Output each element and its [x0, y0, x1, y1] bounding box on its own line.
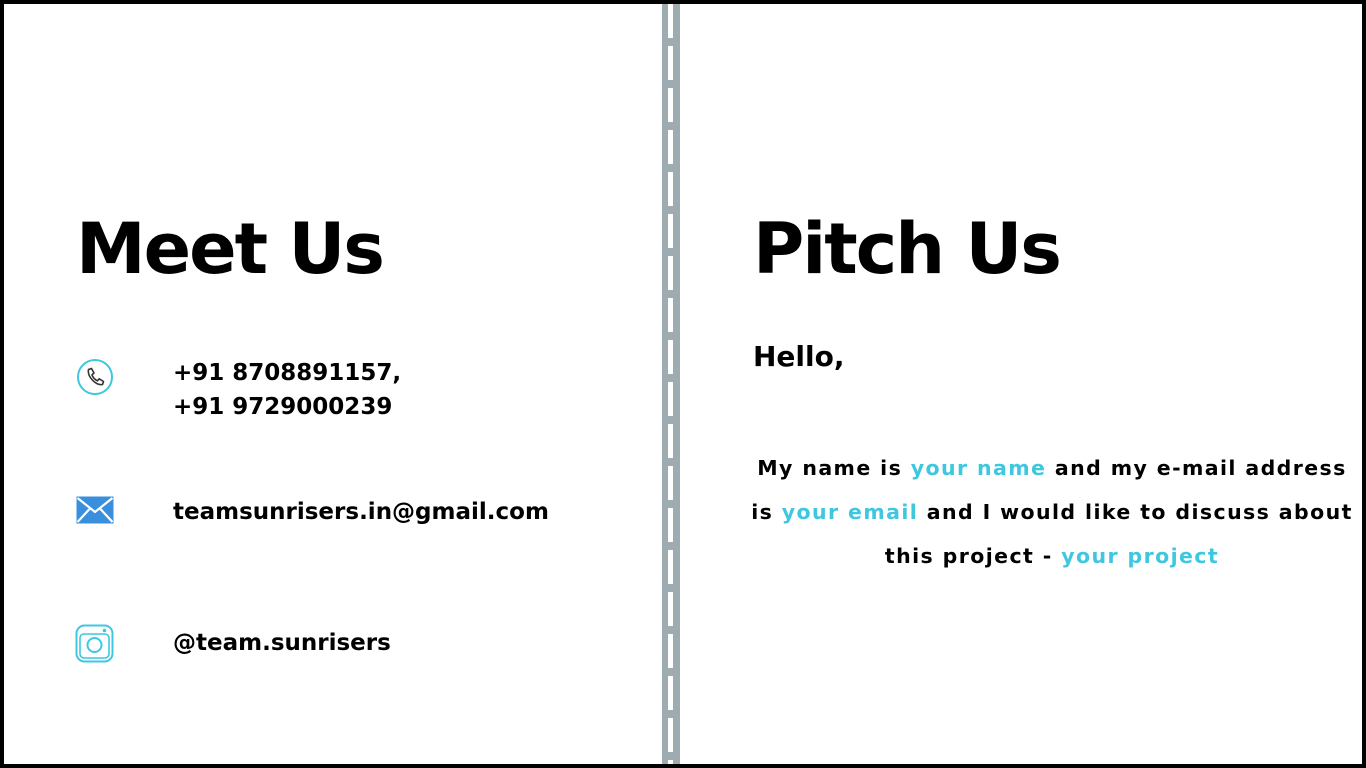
- message-line-1: My name is your name and my e-mail addre…: [742, 446, 1362, 490]
- message-text: My name is: [757, 456, 911, 480]
- message-text: is: [751, 500, 782, 524]
- placeholder-your-email: your email: [781, 500, 919, 524]
- phone-number-1: +91 8708891157,: [173, 360, 402, 386]
- email-address[interactable]: teamsunrisers.in@gmail.com: [173, 495, 549, 529]
- phone-number-2: +91 9729000239: [173, 394, 393, 420]
- instagram-icon: [75, 624, 114, 663]
- phone-icon: [77, 359, 113, 395]
- message-text: and my e-mail address: [1046, 456, 1347, 480]
- message-line-2: is your email and I would like to discus…: [742, 490, 1362, 534]
- pitch-us-title: Pitch Us: [753, 208, 1062, 290]
- pitch-message: My name is your name and my e-mail addre…: [742, 446, 1362, 578]
- instagram-handle[interactable]: @team.sunrisers: [173, 626, 391, 660]
- stitched-divider: [662, 4, 680, 764]
- message-line-3: this project - your project: [742, 534, 1362, 578]
- divider-stitch: [668, 4, 673, 764]
- greeting: Hello,: [753, 340, 845, 373]
- placeholder-your-project: your project: [1061, 544, 1220, 568]
- phone-numbers: +91 8708891157, +91 9729000239: [173, 356, 401, 424]
- message-text: and I would like to discuss about: [918, 500, 1353, 524]
- placeholder-your-name: your name: [910, 456, 1047, 480]
- message-text: this project -: [884, 544, 1062, 568]
- meet-us-title: Meet Us: [76, 208, 385, 290]
- mail-icon: [76, 496, 114, 524]
